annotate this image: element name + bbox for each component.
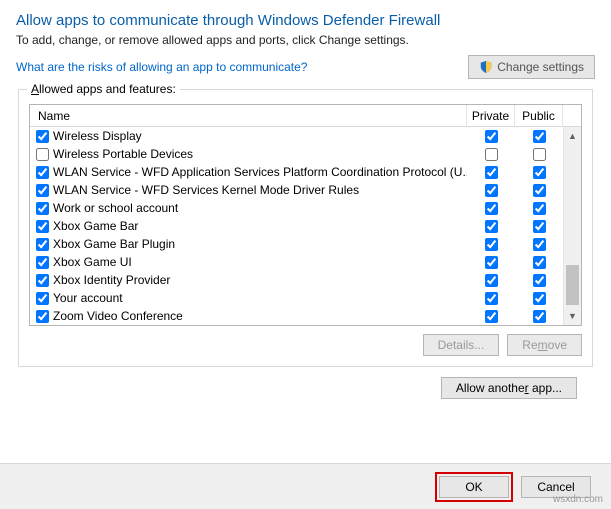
column-header-private[interactable]: Private xyxy=(467,105,515,126)
table-row[interactable]: Zoom Video Conference xyxy=(30,307,563,325)
private-checkbox[interactable] xyxy=(485,220,498,233)
private-checkbox[interactable] xyxy=(485,274,498,287)
watermark: wsxdn.com xyxy=(553,494,603,505)
app-enabled-checkbox[interactable] xyxy=(36,202,49,215)
app-enabled-checkbox[interactable] xyxy=(36,310,49,323)
public-checkbox[interactable] xyxy=(533,130,546,143)
remove-button[interactable]: Remove xyxy=(507,334,582,356)
public-checkbox[interactable] xyxy=(533,148,546,161)
public-checkbox[interactable] xyxy=(533,274,546,287)
app-name-label: Your account xyxy=(53,291,123,305)
app-name-label: Xbox Game Bar Plugin xyxy=(53,237,175,251)
public-checkbox[interactable] xyxy=(533,256,546,269)
app-name-label: WLAN Service - WFD Application Services … xyxy=(53,165,467,179)
shield-icon xyxy=(479,60,493,74)
scroll-thumb[interactable] xyxy=(566,265,579,305)
app-enabled-checkbox[interactable] xyxy=(36,274,49,287)
table-row[interactable]: WLAN Service - WFD Services Kernel Mode … xyxy=(30,181,563,199)
table-row[interactable]: Xbox Game UI xyxy=(30,253,563,271)
apps-table: Name Private Public Wireless Display Wire… xyxy=(29,104,582,326)
public-checkbox[interactable] xyxy=(533,184,546,197)
page-subtitle: To add, change, or remove allowed apps a… xyxy=(16,33,595,47)
app-enabled-checkbox[interactable] xyxy=(36,148,49,161)
table-row[interactable]: Wireless Display xyxy=(30,127,563,145)
table-row[interactable]: WLAN Service - WFD Application Services … xyxy=(30,163,563,181)
private-checkbox[interactable] xyxy=(485,184,498,197)
ok-button[interactable]: OK xyxy=(439,476,509,498)
table-row[interactable]: Wireless Portable Devices xyxy=(30,145,563,163)
private-checkbox[interactable] xyxy=(485,202,498,215)
app-name-label: Wireless Portable Devices xyxy=(53,147,193,161)
public-checkbox[interactable] xyxy=(533,238,546,251)
public-checkbox[interactable] xyxy=(533,220,546,233)
table-row[interactable]: Xbox Game Bar xyxy=(30,217,563,235)
footer-bar: OK Cancel xyxy=(0,463,611,509)
app-enabled-checkbox[interactable] xyxy=(36,166,49,179)
scrollbar[interactable]: ▲ ▼ xyxy=(563,127,581,325)
app-enabled-checkbox[interactable] xyxy=(36,292,49,305)
table-header: Name Private Public xyxy=(30,105,581,127)
private-checkbox[interactable] xyxy=(485,166,498,179)
scroll-down-icon[interactable]: ▼ xyxy=(564,307,581,325)
app-name-label: Xbox Game Bar xyxy=(53,219,138,233)
app-name-label: Wireless Display xyxy=(53,129,142,143)
app-name-label: Zoom Video Conference xyxy=(53,309,183,323)
private-checkbox[interactable] xyxy=(485,292,498,305)
scroll-up-icon[interactable]: ▲ xyxy=(564,127,581,145)
table-row[interactable]: Your account xyxy=(30,289,563,307)
private-checkbox[interactable] xyxy=(485,256,498,269)
change-settings-label: Change settings xyxy=(497,60,584,74)
column-header-name[interactable]: Name xyxy=(30,105,467,126)
table-row[interactable]: Work or school account xyxy=(30,199,563,217)
app-enabled-checkbox[interactable] xyxy=(36,220,49,233)
app-enabled-checkbox[interactable] xyxy=(36,184,49,197)
column-header-public[interactable]: Public xyxy=(515,105,563,126)
app-name-label: Work or school account xyxy=(53,201,178,215)
group-label: Allowed apps and features: xyxy=(27,82,180,96)
app-name-label: Xbox Game UI xyxy=(53,255,132,269)
details-button[interactable]: Details... xyxy=(423,334,500,356)
private-checkbox[interactable] xyxy=(485,130,498,143)
private-checkbox[interactable] xyxy=(485,310,498,323)
public-checkbox[interactable] xyxy=(533,202,546,215)
private-checkbox[interactable] xyxy=(485,148,498,161)
public-checkbox[interactable] xyxy=(533,166,546,179)
allowed-apps-group: Allowed apps and features: Name Private … xyxy=(18,89,593,367)
app-name-label: Xbox Identity Provider xyxy=(53,273,170,287)
change-settings-button[interactable]: Change settings xyxy=(468,55,595,79)
table-row[interactable]: Xbox Game Bar Plugin xyxy=(30,235,563,253)
allow-another-app-button[interactable]: Allow another app... xyxy=(441,377,577,399)
app-enabled-checkbox[interactable] xyxy=(36,238,49,251)
app-name-label: WLAN Service - WFD Services Kernel Mode … xyxy=(53,183,359,197)
app-enabled-checkbox[interactable] xyxy=(36,130,49,143)
risks-link[interactable]: What are the risks of allowing an app to… xyxy=(16,60,307,74)
public-checkbox[interactable] xyxy=(533,292,546,305)
page-title: Allow apps to communicate through Window… xyxy=(16,12,595,29)
table-row[interactable]: Xbox Identity Provider xyxy=(30,271,563,289)
private-checkbox[interactable] xyxy=(485,238,498,251)
app-enabled-checkbox[interactable] xyxy=(36,256,49,269)
public-checkbox[interactable] xyxy=(533,310,546,323)
